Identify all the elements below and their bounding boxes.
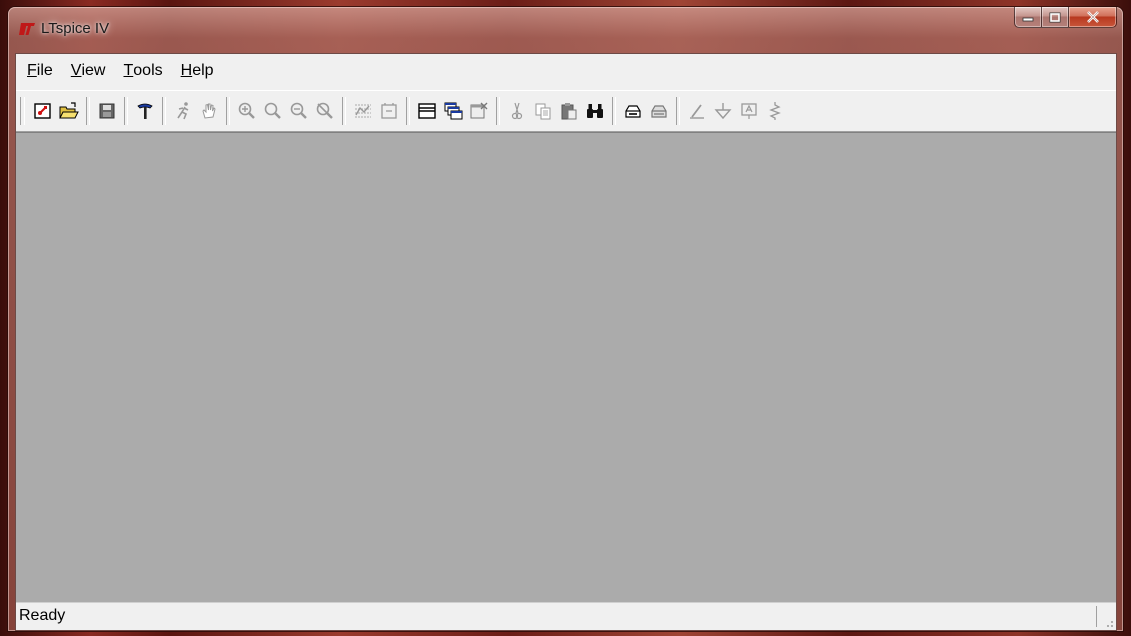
print-button[interactable] — [647, 98, 671, 124]
app-window: LTspice IV File View Tools Help Ready — [8, 7, 1123, 631]
window-title: LTspice IV — [41, 20, 110, 37]
zoom-cancel-button[interactable] — [313, 98, 337, 124]
control-panel-hammer-icon — [137, 103, 153, 119]
menu-help[interactable]: Help — [172, 57, 223, 85]
print-preview-button[interactable] — [621, 98, 645, 124]
toolbar-separator — [676, 97, 680, 125]
resistor-icon — [769, 102, 781, 120]
save-button[interactable] — [95, 98, 119, 124]
toolbar-separator — [342, 97, 346, 125]
menu-tools-label: ools — [133, 62, 163, 79]
save-icon — [99, 103, 115, 119]
zoom-cancel-icon — [316, 102, 333, 119]
menu-file-hotkey: F — [27, 62, 37, 79]
mark-icon — [381, 103, 397, 119]
menu-file-label: ile — [36, 62, 53, 79]
ground-icon — [714, 103, 732, 120]
new-schematic-button[interactable] — [31, 98, 55, 124]
menu-tools[interactable]: Tools — [114, 57, 171, 85]
find-button[interactable] — [583, 98, 607, 124]
open-folder-icon — [59, 102, 79, 119]
toolbar-separator — [406, 97, 410, 125]
toolbar-separator — [612, 97, 616, 125]
menu-view-hotkey: V — [70, 62, 82, 79]
close-button[interactable] — [1069, 7, 1117, 28]
lt-logo-icon — [19, 23, 35, 35]
tile-horizontal-button[interactable] — [415, 98, 439, 124]
run-icon — [177, 102, 189, 120]
zoom-out-icon — [264, 102, 281, 119]
print-preview-icon — [625, 105, 641, 118]
menu-help-hotkey: H — [180, 62, 193, 79]
open-button[interactable] — [57, 98, 81, 124]
label-net-button[interactable] — [737, 98, 761, 124]
zoom-area-icon — [290, 102, 307, 119]
copy-button[interactable] — [531, 98, 555, 124]
zoom-out-button[interactable] — [261, 98, 285, 124]
menu-view[interactable]: View — [62, 57, 115, 85]
cut-icon — [511, 102, 523, 120]
control-panel-button[interactable] — [133, 98, 157, 124]
close-icon — [1086, 11, 1099, 23]
caption-buttons — [1014, 7, 1117, 28]
mdi-workspace[interactable] — [16, 132, 1116, 603]
autorange-button[interactable] — [351, 98, 375, 124]
close-window-button[interactable] — [467, 98, 491, 124]
autorange-icon — [355, 104, 371, 118]
maximize-icon — [1049, 12, 1061, 22]
status-text: Ready — [19, 607, 66, 624]
menu-bar: File View Tools Help — [16, 54, 1116, 88]
copy-icon — [535, 103, 551, 120]
pan-button[interactable] — [197, 98, 221, 124]
mark-button[interactable] — [377, 98, 401, 124]
label-net-icon — [741, 103, 757, 119]
menu-file[interactable]: File — [16, 57, 62, 85]
menu-help-label: elp — [192, 62, 214, 79]
menu-view-label: iew — [81, 62, 106, 79]
run-button[interactable] — [171, 98, 195, 124]
paste-button[interactable] — [557, 98, 581, 124]
pan-hand-icon — [202, 103, 216, 119]
toolbar — [16, 90, 1116, 132]
cascade-icon — [444, 102, 463, 120]
maximize-button[interactable] — [1042, 7, 1069, 28]
toolbar-separator — [86, 97, 90, 125]
toolbar-separator — [162, 97, 166, 125]
window-close-icon — [470, 102, 488, 119]
minimize-icon — [1022, 17, 1034, 22]
status-bar: Ready — [16, 602, 1116, 630]
new-schematic-icon — [34, 103, 51, 119]
resistor-button[interactable] — [763, 98, 787, 124]
ground-button[interactable] — [711, 98, 735, 124]
minimize-button[interactable] — [1014, 7, 1042, 28]
draw-wire-icon — [690, 104, 704, 119]
paste-icon — [561, 103, 577, 120]
title-bar[interactable]: LTspice IV — [8, 7, 1123, 51]
tile-horizontal-icon — [418, 103, 436, 119]
toolbar-separator — [124, 97, 128, 125]
draw-wire-button[interactable] — [685, 98, 709, 124]
resize-grip-icon[interactable] — [1102, 616, 1114, 628]
toolbar-separator — [496, 97, 500, 125]
zoom-area-button[interactable] — [287, 98, 311, 124]
toolbar-grip[interactable] — [20, 97, 25, 125]
menu-tools-hotkey: T — [123, 62, 134, 79]
cascade-button[interactable] — [441, 98, 465, 124]
zoom-in-icon — [238, 102, 255, 119]
print-icon — [651, 105, 667, 118]
zoom-in-button[interactable] — [235, 98, 259, 124]
client-area: File View Tools Help Ready — [15, 53, 1117, 631]
toolbar-separator — [226, 97, 230, 125]
cut-button[interactable] — [505, 98, 529, 124]
find-binoculars-icon — [587, 104, 603, 118]
status-divider — [1096, 606, 1098, 627]
